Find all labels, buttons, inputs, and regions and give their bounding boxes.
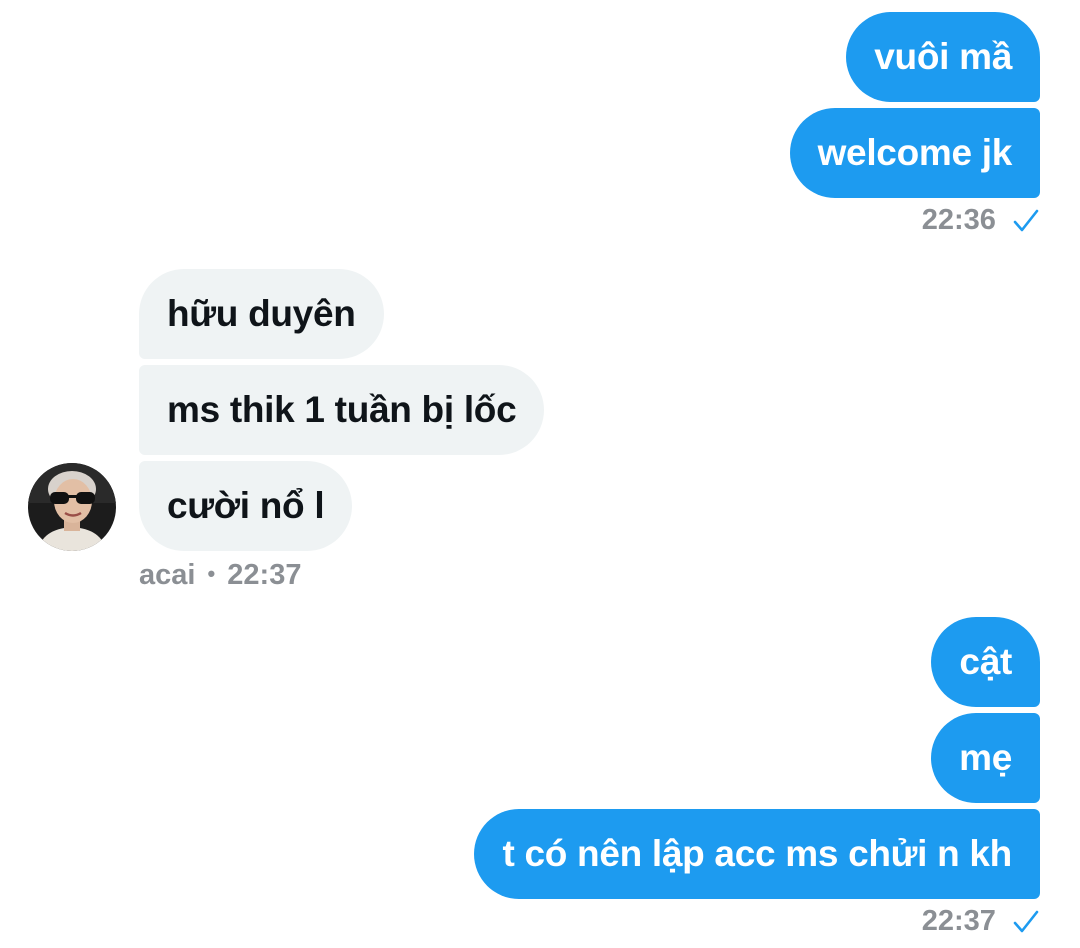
message-bubble-outgoing[interactable]: cật (931, 617, 1040, 707)
user-avatar[interactable] (28, 463, 116, 551)
timestamp: 22:36 (921, 204, 996, 236)
message-bubble-incoming[interactable]: hữu duyên (139, 269, 384, 359)
message-bubble-incoming[interactable]: ms thik 1 tuần bị lốc (139, 365, 545, 455)
message-bubble-outgoing[interactable]: mẹ (931, 713, 1040, 803)
message-bubble-outgoing[interactable]: t có nên lập acc ms chửi n kh (474, 809, 1040, 899)
check-icon (1013, 210, 1039, 232)
message-bubble-outgoing[interactable]: welcome jk (789, 108, 1040, 198)
timestamp: 22:37 (921, 905, 996, 937)
separator-dot: • (207, 561, 216, 586)
message-bubble-outgoing[interactable]: vuôi mầ (846, 12, 1040, 102)
timestamp: 22:37 (227, 559, 302, 591)
sender-name[interactable]: acai (139, 559, 195, 591)
message-bubble-incoming[interactable]: cười nổ l (139, 461, 353, 551)
message-meta: acai • 22:37 (139, 559, 301, 592)
message-meta: 22:37 (922, 905, 1040, 938)
check-icon (1013, 911, 1039, 933)
message-meta: 22:36 (922, 204, 1040, 237)
avatar-image (28, 463, 116, 551)
